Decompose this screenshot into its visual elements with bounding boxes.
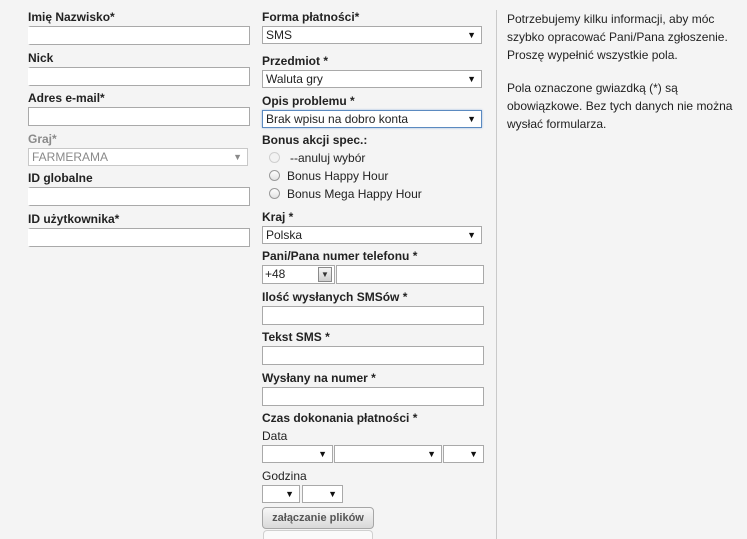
nick-input[interactable] — [28, 67, 250, 86]
country-code-select[interactable]: +48 ▼ — [262, 265, 335, 284]
country-select[interactable]: Polska ▼ — [262, 226, 482, 244]
chevron-down-icon[interactable]: ▼ — [318, 267, 332, 282]
chevron-down-icon: ▼ — [318, 449, 327, 459]
radio-happy-hour-label: Bonus Happy Hour — [287, 169, 389, 183]
chevron-down-icon: ▼ — [467, 230, 476, 240]
payment-method-value: SMS — [266, 28, 293, 42]
sms-text-label: Tekst SMS * — [262, 330, 330, 344]
sms-count-input[interactable] — [262, 306, 484, 325]
problem-select[interactable]: Brak wpisu na dobro konta ▼ — [262, 110, 482, 128]
date-month-select[interactable]: ▼ — [334, 445, 442, 463]
game-label: Graj* — [28, 132, 57, 146]
radio-mega-happy-hour[interactable] — [269, 188, 280, 199]
info-paragraph-1: Potrzebujemy kilku informacji, aby móc s… — [507, 12, 728, 62]
phone-label: Pani/Pana numer telefonu * — [262, 249, 418, 263]
problem-label: Opis problemu * — [262, 94, 355, 108]
country-label: Kraj * — [262, 210, 294, 224]
sent-to-label: Wysłany na numer * — [262, 371, 376, 385]
sms-text-input[interactable] — [262, 346, 484, 365]
chevron-down-icon: ▼ — [233, 152, 242, 162]
radio-cancel-label: --anuluj wybór — [290, 151, 366, 165]
full-name-input[interactable] — [28, 26, 250, 45]
chevron-down-icon: ▼ — [469, 449, 478, 459]
sms-count-label: Ilość wysłanych SMSów * — [262, 290, 408, 304]
radio-mega-happy-hour-label: Bonus Mega Happy Hour — [287, 187, 422, 201]
date-label: Data — [262, 429, 288, 443]
email-label: Adres e-mail* — [28, 91, 105, 105]
sent-to-input[interactable] — [262, 387, 484, 406]
radio-happy-hour[interactable] — [269, 170, 280, 181]
email-input[interactable] — [28, 107, 250, 126]
radio-cancel-selection[interactable] — [269, 152, 280, 163]
chevron-down-icon: ▼ — [285, 489, 294, 499]
phone-number-input[interactable] — [336, 265, 484, 284]
chevron-down-icon: ▼ — [467, 74, 476, 84]
country-code-value: +48 — [265, 267, 286, 281]
subject-value: Waluta gry — [266, 72, 323, 86]
attach-files-button[interactable]: załączanie plików — [262, 507, 374, 529]
game-select: FARMERAMA ▼ — [28, 148, 248, 166]
payment-time-label: Czas dokonania płatności * — [262, 411, 418, 425]
full-name-label: Imię Nazwisko* — [28, 10, 115, 24]
game-select-value: FARMERAMA — [32, 150, 109, 164]
date-day-select[interactable]: ▼ — [262, 445, 333, 463]
chevron-down-icon: ▼ — [467, 114, 476, 124]
chevron-down-icon: ▼ — [467, 30, 476, 40]
global-id-input[interactable] — [28, 187, 250, 206]
chevron-down-icon: ▼ — [328, 489, 337, 499]
user-id-input[interactable] — [28, 228, 250, 247]
column-divider — [496, 10, 497, 539]
user-id-label: ID użytkownika* — [28, 212, 120, 226]
hour-label: Godzina — [262, 469, 307, 483]
subject-label: Przedmiot * — [262, 54, 329, 68]
global-id-label: ID globalne — [28, 171, 93, 185]
hour-select[interactable]: ▼ — [262, 485, 300, 503]
subject-select[interactable]: Waluta gry ▼ — [262, 70, 482, 88]
nick-label: Nick — [28, 51, 54, 65]
info-paragraph-2: Pola oznaczone gwiazdką (*) są obowiązko… — [507, 81, 733, 131]
payment-method-label: Forma płatności* — [262, 10, 360, 24]
secondary-button-partial[interactable] — [263, 530, 373, 539]
payment-method-select[interactable]: SMS ▼ — [262, 26, 482, 44]
date-year-select[interactable]: ▼ — [443, 445, 484, 463]
problem-value: Brak wpisu na dobro konta — [266, 112, 409, 126]
minute-select[interactable]: ▼ — [302, 485, 343, 503]
chevron-down-icon: ▼ — [427, 449, 436, 459]
bonus-label: Bonus akcji spec.: — [262, 133, 368, 147]
country-value: Polska — [266, 228, 303, 242]
